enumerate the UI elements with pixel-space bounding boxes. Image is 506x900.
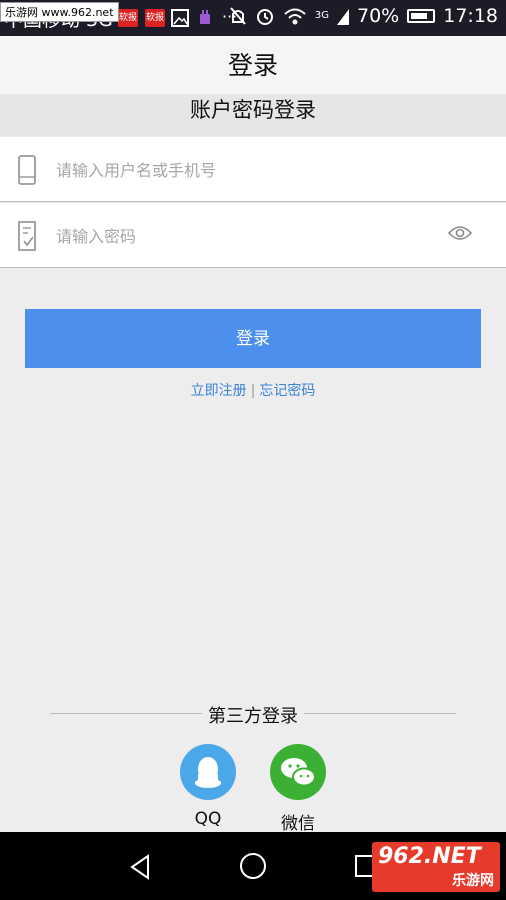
battery-percent: 70% bbox=[357, 5, 400, 27]
forgot-password-link[interactable]: 忘记密码 bbox=[259, 383, 315, 399]
eye-icon[interactable] bbox=[448, 225, 472, 241]
third-party-title: 第三方登录 bbox=[202, 702, 304, 728]
vibrate-off-icon bbox=[230, 7, 246, 25]
back-icon[interactable] bbox=[128, 854, 152, 880]
plug-icon bbox=[200, 10, 210, 24]
qq-icon[interactable] bbox=[180, 744, 236, 800]
wechat-login-button[interactable]: 微信 bbox=[268, 744, 328, 834]
watermark-text: 乐游网 www.962.net bbox=[0, 2, 119, 22]
username-row bbox=[0, 137, 506, 202]
clock: 17:18 bbox=[443, 5, 498, 27]
battery-icon bbox=[407, 9, 436, 23]
auth-links: 立即注册 | 忘记密码 bbox=[0, 380, 506, 400]
password-input[interactable] bbox=[56, 221, 416, 251]
register-link[interactable]: 立即注册 bbox=[191, 383, 247, 399]
notification-badge: 软报 bbox=[118, 9, 138, 27]
lock-icon bbox=[18, 221, 36, 251]
navigation-bar: 962.NET 乐游网 bbox=[0, 832, 506, 900]
watermark-logo-top: 962.NET bbox=[378, 844, 481, 869]
page-title: 登录 bbox=[0, 36, 506, 94]
wifi-icon bbox=[284, 8, 306, 25]
network-type: 3G bbox=[314, 10, 329, 21]
password-row bbox=[0, 203, 506, 268]
home-icon[interactable] bbox=[239, 852, 267, 880]
third-party-divider: 第三方登录 bbox=[50, 700, 456, 728]
phone-icon bbox=[18, 155, 36, 185]
username-input[interactable] bbox=[56, 155, 416, 185]
section-title: 账户密码登录 bbox=[0, 94, 506, 136]
watermark-logo-bottom: 乐游网 bbox=[452, 873, 494, 889]
watermark-logo: 962.NET 乐游网 bbox=[372, 842, 500, 892]
qq-label: QQ bbox=[194, 809, 222, 829]
image-icon bbox=[171, 9, 189, 27]
status-right: 3G 70% 17:18 bbox=[229, 5, 498, 27]
wechat-label: 微信 bbox=[281, 814, 315, 834]
wechat-icon[interactable] bbox=[270, 744, 326, 800]
status-bar: 中国移动 3G 软报 软报 ··· 3G 70% 17:18 乐游网 www.9… bbox=[0, 0, 506, 36]
alarm-icon bbox=[256, 9, 273, 25]
link-separator: | bbox=[250, 383, 256, 399]
login-button[interactable]: 登录 bbox=[25, 309, 481, 368]
qq-login-button[interactable]: QQ bbox=[178, 744, 238, 829]
signal-icon bbox=[337, 9, 349, 25]
notification-badge: 软报 bbox=[145, 9, 165, 27]
